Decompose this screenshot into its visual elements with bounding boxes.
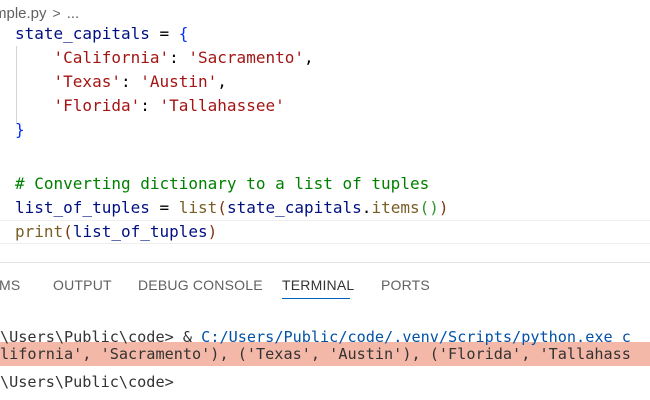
code-token: list_of_tuples	[72, 222, 208, 241]
code-token: {	[178, 26, 189, 43]
breadcrumb: mple.py > ...	[0, 0, 650, 26]
code-token: 'Austin'	[140, 72, 218, 91]
code-token: )	[207, 222, 218, 241]
code-token: ,	[217, 72, 227, 91]
tab-terminal[interactable]: TERMINAL	[282, 277, 354, 293]
breadcrumb-file[interactable]: mple.py	[0, 5, 47, 22]
code-line-2[interactable]: 'California': 'Sacramento',	[15, 46, 314, 70]
code-token: list_of_tuples	[15, 198, 150, 217]
code-token: 'Tallahassee'	[159, 96, 285, 115]
code-line-8[interactable]: list_of_tuples = list(state_capitals.ite…	[15, 196, 449, 220]
tab-output[interactable]: OUTPUT	[53, 277, 112, 293]
code-line-7[interactable]: # Converting dictionary to a list of tup…	[15, 172, 429, 196]
code-line-1[interactable]: state_capitals = {	[15, 26, 188, 46]
terminal-output-text: lifornia', 'Sacramento'), ('Texas', 'Aus…	[0, 345, 631, 363]
code-comment: # Converting dictionary to a list of tup…	[15, 174, 430, 193]
code-token: )	[438, 198, 449, 217]
tab-debug-console[interactable]: DEBUG CONSOLE	[138, 277, 263, 293]
code-token: ,	[303, 48, 314, 67]
terminal-prompt: \Users\Public\code>	[0, 373, 174, 391]
code-token: :	[140, 96, 160, 115]
breadcrumb-more[interactable]: ...	[67, 5, 80, 22]
tab-problems[interactable]: MS	[0, 277, 20, 293]
code-editor[interactable]: state_capitals = { 'California': 'Sacram…	[0, 26, 650, 250]
code-token: 'Florida'	[53, 96, 141, 115]
code-token: =	[149, 198, 179, 217]
tab-ports[interactable]: PORTS	[381, 277, 430, 293]
code-token: state_capitals	[226, 198, 362, 217]
terminal-line-output[interactable]: lifornia', 'Sacramento'), ('Texas', 'Aus…	[0, 342, 650, 366]
code-line-5[interactable]: }	[15, 118, 25, 142]
bottom-panel: MS OUTPUT DEBUG CONSOLE TERMINAL PORTS \…	[0, 262, 650, 400]
code-token: (	[217, 198, 227, 217]
code-line-3[interactable]: 'Texas': 'Austin',	[15, 70, 227, 94]
code-line-4[interactable]: 'Florida': 'Tallahassee'	[15, 94, 285, 118]
chevron-right-icon: >	[52, 5, 61, 21]
terminal-line-prompt[interactable]: \Users\Public\code>	[0, 370, 650, 394]
code-token: 'California'	[53, 48, 170, 67]
code-token: print	[15, 222, 64, 241]
code-token: :	[120, 72, 141, 91]
vscode-window: mple.py > ... state_capitals = { 'Califo…	[0, 0, 650, 400]
code-token: (	[63, 222, 73, 241]
code-line-9[interactable]: print(list_of_tuples)	[15, 220, 217, 244]
code-token: =	[149, 26, 179, 43]
code-token: state_capitals	[15, 26, 150, 43]
panel-tabs: MS OUTPUT DEBUG CONSOLE TERMINAL PORTS	[0, 263, 650, 303]
active-tab-underline	[282, 298, 350, 299]
code-token: 'Sacramento'	[188, 48, 304, 67]
code-token: .	[361, 198, 372, 217]
code-token: }	[15, 120, 25, 139]
code-token: :	[169, 48, 189, 67]
code-token: items	[371, 198, 420, 217]
code-token: list	[178, 198, 218, 217]
code-token: ()	[419, 198, 439, 217]
code-token: 'Texas'	[53, 72, 121, 91]
